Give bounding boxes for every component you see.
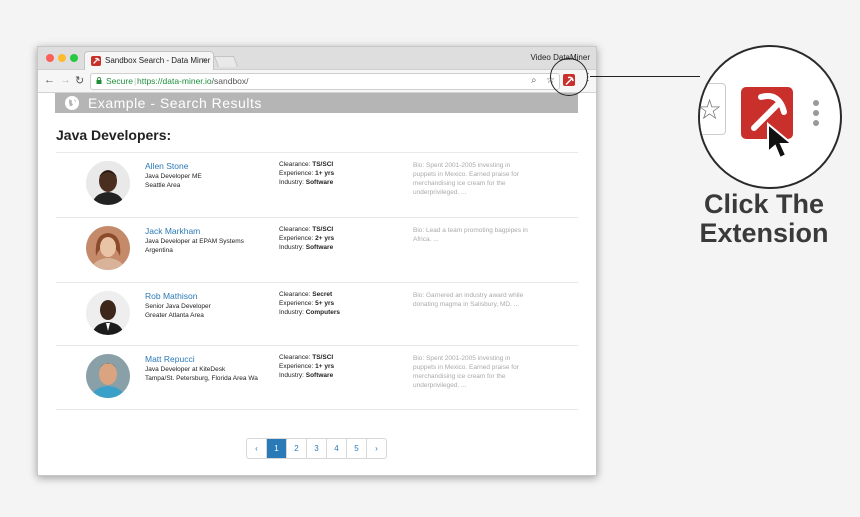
browser-window: Sandbox Search - Data Miner × Video Data…: [37, 46, 597, 476]
url-text: https://data-miner.io/sandbox/: [137, 76, 249, 86]
page-content: Example - Search Results Java Developers…: [38, 93, 596, 475]
result-bio: Bio: Garnered an industry award while do…: [413, 292, 524, 308]
data-miner-favicon-icon: [91, 56, 101, 66]
url-path: /sandbox/: [211, 76, 249, 86]
avatar: [86, 161, 130, 205]
banner-title: Example - Search Results: [88, 95, 262, 111]
maximize-window-button[interactable]: [70, 54, 78, 62]
callout-highlight-circle: [550, 58, 588, 96]
result-bio: Bio: Spent 2001-2005 investing in puppet…: [413, 162, 519, 196]
result-title: Senior Java Developer: [145, 303, 211, 310]
result-bio: Bio: Spent 2001-2005 investing in puppet…: [413, 355, 519, 389]
result-title: Java Developer ME: [145, 173, 202, 180]
result-experience: Experience: 1+ yrs: [279, 363, 335, 370]
result-name-link[interactable]: Allen Stone: [145, 161, 188, 171]
pagination-page-4[interactable]: 4: [327, 439, 347, 458]
url-host: https://data-miner.io: [137, 76, 212, 86]
pagination-next-button[interactable]: ›: [367, 439, 386, 458]
avatar: [86, 291, 130, 335]
result-location: Tampa/St. Petersburg, Florida Area Wa: [145, 375, 258, 382]
avatar: [86, 226, 130, 270]
pagination-prev-button[interactable]: ‹: [247, 439, 267, 458]
result-title: Java Developer at KiteDesk: [145, 366, 226, 373]
page-heading: Java Developers:: [56, 127, 172, 143]
reload-icon[interactable]: ↻: [75, 74, 84, 87]
result-industry: Industry: Computers: [279, 309, 341, 316]
result-row: Rob Mathison Senior Java Developer Great…: [56, 282, 578, 346]
callout-line-1: Click The: [703, 189, 825, 219]
result-name-link[interactable]: Matt Repucci: [145, 354, 195, 364]
result-name-link[interactable]: Jack Markham: [145, 226, 200, 236]
pagination-page-3[interactable]: 3: [307, 439, 327, 458]
result-industry: Industry: Software: [279, 372, 334, 379]
result-location: Greater Atlanta Area: [145, 312, 204, 319]
result-industry: Industry: Software: [279, 244, 334, 251]
zoomed-bookmark-star-icon: ☆: [698, 94, 723, 125]
title-bar: Sandbox Search - Data Miner × Video Data…: [38, 47, 596, 70]
callout-line-2: Extension: [699, 218, 829, 248]
search-icon[interactable]: ⌕: [531, 75, 537, 86]
close-window-button[interactable]: [46, 54, 54, 62]
result-clearance: Clearance: Secret: [279, 291, 333, 298]
minimize-window-button[interactable]: [58, 54, 66, 62]
pagination-page-5[interactable]: 5: [347, 439, 367, 458]
result-industry: Industry: Software: [279, 179, 334, 186]
result-location: Argentina: [145, 247, 173, 254]
result-row: Allen Stone Java Developer ME Seattle Ar…: [56, 152, 578, 216]
zoomed-menu-icon: [813, 100, 819, 130]
address-separator: |: [134, 76, 137, 86]
mouse-cursor-icon: [767, 122, 795, 160]
result-location: Seattle Area: [145, 182, 181, 189]
forward-arrow-icon[interactable]: →: [60, 74, 71, 86]
result-row: Jack Markham Java Developer at EPAM Syst…: [56, 217, 578, 281]
tab-title: Sandbox Search - Data Miner: [105, 56, 211, 65]
result-clearance: Clearance: TS/SCI: [279, 354, 334, 361]
pagination-page-2[interactable]: 2: [287, 439, 307, 458]
lock-icon: [96, 77, 102, 84]
result-experience: Experience: 2+ yrs: [279, 235, 335, 242]
callout-line: [590, 76, 700, 77]
address-bar[interactable]: Secure | https://data-miner.io/sandbox/ …: [90, 73, 560, 90]
pagination-page-1[interactable]: 1: [267, 439, 287, 458]
result-row: Matt Repucci Java Developer at KiteDesk …: [56, 345, 578, 409]
result-clearance: Clearance: TS/SCI: [279, 161, 334, 168]
page-banner: Example - Search Results: [55, 93, 578, 113]
secure-label: Secure: [106, 76, 133, 86]
new-tab-button[interactable]: [213, 56, 239, 67]
result-experience: Experience: 1+ yrs: [279, 170, 335, 177]
list-bottom-divider: [56, 409, 578, 410]
browser-tab[interactable]: Sandbox Search - Data Miner ×: [84, 51, 214, 70]
globe-icon: [65, 96, 79, 110]
result-experience: Experience: 5+ yrs: [279, 300, 335, 307]
avatar: [86, 354, 130, 398]
tab-close-icon[interactable]: ×: [202, 55, 207, 65]
callout-text: Click The Extension: [695, 190, 833, 248]
result-title: Java Developer at EPAM Systems: [145, 238, 244, 245]
result-clearance: Clearance: TS/SCI: [279, 226, 334, 233]
pagination: ‹ 1 2 3 4 5 ›: [246, 438, 387, 459]
back-arrow-icon[interactable]: ←: [44, 74, 55, 86]
result-name-link[interactable]: Rob Mathison: [145, 291, 197, 301]
zoom-magnifier: ☆: [698, 45, 842, 189]
result-bio: Bio: Lead a team promoting bagpipes in A…: [413, 227, 528, 243]
browser-toolbar: ← → ↻ Secure | https://data-miner.io/san…: [38, 70, 596, 93]
